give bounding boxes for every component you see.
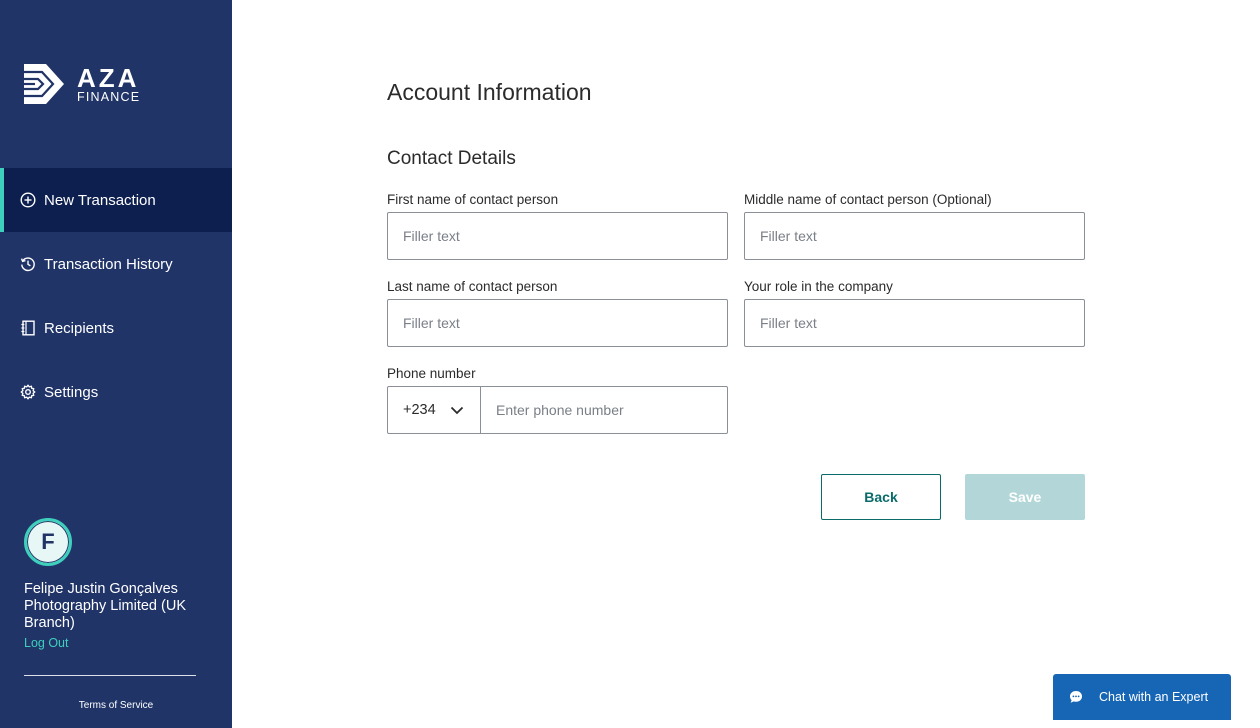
first-name-field: First name of contact person <box>387 192 728 260</box>
phone-label: Phone number <box>387 366 476 381</box>
last-name-label: Last name of contact person <box>387 279 558 294</box>
logo-tagline: FINANCE <box>77 89 141 104</box>
country-code-select[interactable]: +234 <box>388 387 481 433</box>
sidebar-item-label: New Transaction <box>44 191 156 209</box>
sidebar-nav: New Transaction Transaction History Reci… <box>0 168 232 424</box>
sidebar-item-label: Transaction History <box>44 255 173 273</box>
chat-with-expert-button[interactable]: Chat with an Expert <box>1053 674 1231 720</box>
middle-name-field: Middle name of contact person (Optional) <box>744 192 1085 260</box>
avatar[interactable]: F <box>24 518 72 566</box>
save-button[interactable]: Save <box>965 474 1085 520</box>
aza-finance-logo[interactable]: AZA FINANCE <box>24 64 140 104</box>
role-label: Your role in the company <box>744 279 893 294</box>
sidebar-divider <box>24 675 196 676</box>
role-field: Your role in the company <box>744 279 1085 347</box>
section-title: Contact Details <box>387 148 516 169</box>
page-title: Account Information <box>387 79 592 105</box>
middle-name-label: Middle name of contact person (Optional) <box>744 192 992 207</box>
first-name-input[interactable] <box>387 212 728 260</box>
chat-label: Chat with an Expert <box>1099 690 1209 704</box>
first-name-label: First name of contact person <box>387 192 559 207</box>
middle-name-input[interactable] <box>744 212 1085 260</box>
gear-icon <box>20 384 36 400</box>
logo-wordmark: AZA <box>77 62 140 93</box>
phone-field: Phone number +234 <box>387 366 728 434</box>
chat-bubble-icon <box>1069 690 1083 704</box>
terms-of-service-link[interactable]: Terms of Service <box>0 700 232 711</box>
plus-circle-icon <box>20 192 36 208</box>
logout-link[interactable]: Log Out <box>24 636 68 650</box>
phone-input-group: +234 <box>387 386 728 434</box>
aza-logo-icon <box>24 64 64 104</box>
sidebar-item-transaction-history[interactable]: Transaction History <box>0 232 232 296</box>
back-button[interactable]: Back <box>821 474 941 520</box>
sidebar-item-label: Settings <box>44 383 99 401</box>
user-name: Felipe Justin Gonçalves Photography Limi… <box>24 581 186 631</box>
sidebar-item-label: Recipients <box>44 319 115 337</box>
country-code-value: +234 <box>403 402 436 418</box>
history-icon <box>20 256 36 272</box>
chevron-down-icon <box>450 406 464 415</box>
sidebar: AZA FINANCE New Transaction Transaction … <box>0 0 232 728</box>
last-name-input[interactable] <box>387 299 728 347</box>
role-input[interactable] <box>744 299 1085 347</box>
sidebar-item-recipients[interactable]: Recipients <box>0 296 232 360</box>
sidebar-item-settings[interactable]: Settings <box>0 360 232 424</box>
address-book-icon <box>20 320 36 336</box>
sidebar-item-new-transaction[interactable]: New Transaction <box>0 168 232 232</box>
phone-number-input[interactable] <box>481 387 727 433</box>
last-name-field: Last name of contact person <box>387 279 728 347</box>
